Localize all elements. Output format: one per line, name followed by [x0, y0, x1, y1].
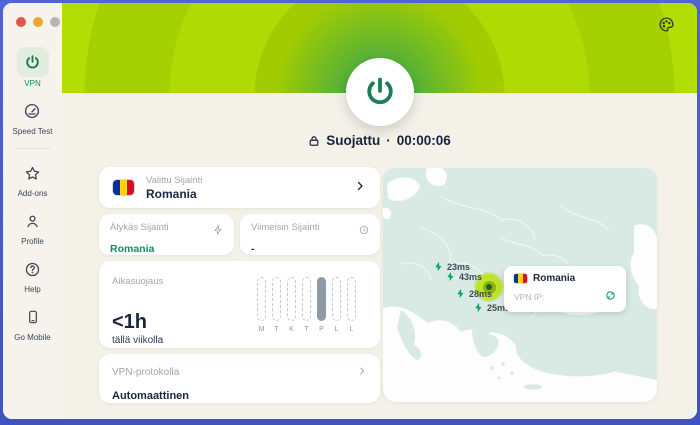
sidebar-item-label: Go Mobile — [14, 333, 50, 342]
chevron-right-icon — [357, 363, 367, 381]
weekly-usage-chart: M T K T P L L — [257, 277, 367, 333]
day-label: P — [319, 326, 324, 333]
app-window: VPN Speed Test Add-ons Profile — [3, 3, 697, 419]
sidebar: VPN Speed Test Add-ons Profile — [3, 3, 62, 419]
status-label: Suojattu — [326, 133, 380, 148]
selected-location-value: Romania — [146, 187, 354, 201]
bolt-icon — [473, 302, 484, 313]
sidebar-item-label: Add-ons — [18, 189, 48, 198]
time-protection-card: Aikasuojaus <1h tällä viikolla M T K T P… — [99, 261, 380, 348]
time-protection-label: Aikasuojaus — [112, 276, 163, 287]
clock-icon — [359, 222, 369, 240]
bolt-icon — [455, 288, 466, 299]
session-timer: 00:00:06 — [397, 133, 451, 148]
romania-flag-icon — [113, 180, 134, 195]
theme-palette-icon[interactable] — [658, 16, 675, 38]
user-icon — [18, 207, 48, 235]
usage-bar — [302, 277, 311, 321]
question-icon — [18, 255, 48, 283]
chevron-right-icon — [354, 179, 366, 197]
ping-value: 28ms — [469, 289, 492, 299]
bolt-icon — [213, 222, 223, 240]
map-card[interactable]: 23ms 43ms 28ms 25ms Romania — [383, 168, 657, 402]
usage-bar-active — [317, 277, 326, 321]
sidebar-item-add-ons[interactable]: Add-ons — [18, 159, 48, 198]
smart-location-card[interactable]: Älykäs Sijainti Romania — [99, 214, 234, 255]
sidebar-divider — [16, 148, 50, 149]
usage-bar — [332, 277, 341, 321]
star-icon — [18, 159, 48, 187]
refresh-ip-icon[interactable] — [605, 288, 616, 306]
minimize-button[interactable] — [33, 17, 43, 27]
connection-tooltip: Romania VPN IP: — [504, 266, 626, 312]
traffic-lights — [16, 17, 60, 27]
time-protection-sublabel: tällä viikolla — [112, 335, 367, 346]
smart-location-label: Älykäs Sijainti — [110, 222, 169, 233]
sidebar-item-profile[interactable]: Profile — [18, 207, 48, 246]
sidebar-item-help[interactable]: Help — [18, 255, 48, 294]
smart-location-value: Romania — [110, 243, 223, 255]
tooltip-ip-label: VPN IP: — [514, 292, 544, 302]
usage-bar — [272, 277, 281, 321]
usage-bar — [257, 277, 266, 321]
main-area: Suojattu · 00:00:06 Valittu Sijainti Rom… — [62, 3, 697, 419]
sidebar-nav: VPN Speed Test Add-ons Profile — [3, 47, 62, 351]
ping-value: 43ms — [459, 272, 482, 282]
vpn-protocol-label: VPN-protokolla — [112, 367, 179, 378]
vpn-protocol-value: Automaattinen — [112, 390, 367, 402]
sidebar-item-label: Speed Test — [13, 127, 53, 136]
ping-marker: 28ms — [455, 288, 492, 299]
tooltip-country: Romania — [533, 273, 575, 284]
day-label: T — [304, 326, 308, 333]
last-location-label: Viimeisin Sijainti — [251, 222, 319, 233]
romania-flag-icon — [514, 274, 527, 283]
vpn-protocol-card[interactable]: VPN-protokolla Automaattinen — [99, 354, 380, 403]
phone-icon — [18, 303, 48, 331]
last-location-card[interactable]: Viimeisin Sijainti - — [240, 214, 380, 255]
day-label: M — [259, 326, 265, 333]
bolt-icon — [445, 271, 456, 282]
usage-bar — [287, 277, 296, 321]
sidebar-item-go-mobile[interactable]: Go Mobile — [14, 303, 50, 342]
power-icon — [363, 75, 397, 109]
status-separator: · — [386, 133, 391, 148]
day-label: L — [350, 326, 354, 333]
sidebar-item-speed-test[interactable]: Speed Test — [13, 97, 53, 136]
close-button[interactable] — [16, 17, 26, 27]
sidebar-item-label: Help — [24, 285, 40, 294]
selected-location-label: Valittu Sijainti — [146, 175, 354, 186]
connection-status: Suojattu · 00:00:06 — [62, 133, 697, 148]
day-label: T — [274, 326, 278, 333]
bolt-icon — [433, 261, 444, 272]
ping-value: 23ms — [447, 262, 470, 272]
sidebar-item-label: Profile — [21, 237, 44, 246]
selected-location-card[interactable]: Valittu Sijainti Romania — [99, 167, 380, 208]
day-label: K — [289, 326, 294, 333]
last-location-value: - — [251, 243, 369, 255]
sidebar-item-label: VPN — [24, 79, 40, 88]
zoom-button[interactable] — [50, 17, 60, 27]
disconnect-power-button[interactable] — [346, 58, 414, 126]
usage-bar — [347, 277, 356, 321]
power-icon — [17, 47, 49, 77]
lock-icon — [308, 134, 320, 148]
ping-marker: 43ms — [445, 271, 482, 282]
day-label: L — [335, 326, 339, 333]
sidebar-item-vpn[interactable]: VPN — [17, 47, 49, 88]
speedometer-icon — [17, 97, 47, 125]
